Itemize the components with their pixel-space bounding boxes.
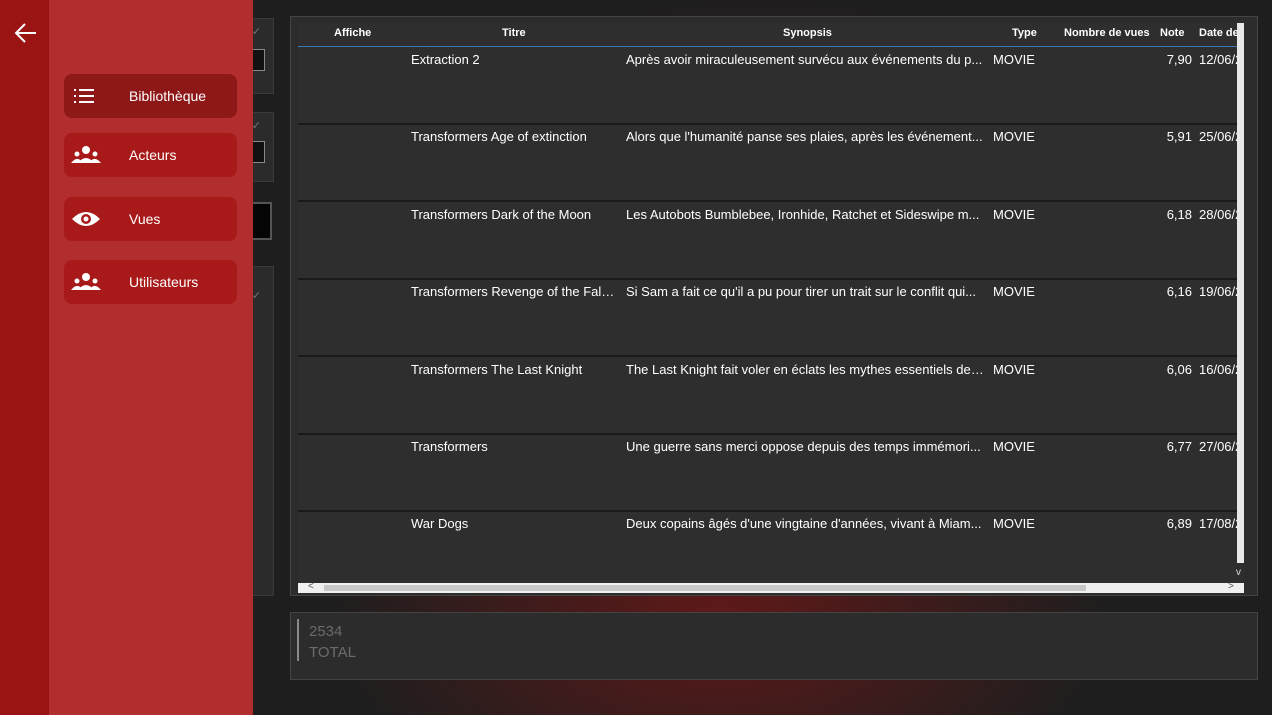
cell-note: 6,06 <box>1166 361 1192 377</box>
cell-titre: War Dogs <box>411 516 469 532</box>
cell-titre: Transformers The Last Knight <box>411 361 583 377</box>
nav-label-acteurs: Acteurs <box>129 147 177 163</box>
group-icon <box>71 273 101 290</box>
cell-type: MOVIE <box>993 206 1035 222</box>
chevron-down-icon: ✓ <box>251 290 261 302</box>
vertical-scrollbar[interactable]: ^ v <box>1236 23 1244 593</box>
table-row[interactable]: Transformers Age of extinction Alors que … <box>298 125 1244 203</box>
scroll-left-icon[interactable]: < <box>308 581 314 592</box>
total-accent-bar <box>297 619 299 661</box>
drawer-rail <box>0 0 49 715</box>
column-header-type[interactable]: Type <box>1012 27 1037 39</box>
cell-type: MOVIE <box>993 439 1035 454</box>
column-header-vues[interactable]: Nombre de vues <box>1064 27 1150 39</box>
cell-synopsis: Si Sam a fait ce qu'il a pu pour tirer u… <box>626 284 977 300</box>
table-row[interactable]: Transformers The Last Knight The Last Kni… <box>298 358 1244 435</box>
grid-header: Affiche Titre Synopsis Type Nombre de vu… <box>298 23 1244 47</box>
cell-note: 6,18 <box>1166 206 1192 222</box>
cell-note: 6,89 <box>1166 516 1192 532</box>
column-header-synopsis[interactable]: Synopsis <box>783 27 832 39</box>
cell-synopsis: Une guerre sans merci oppose depuis des … <box>626 439 981 454</box>
cell-synopsis: Alors que l'humanité panse ses plaies, a… <box>626 129 983 145</box>
vertical-scroll-thumb[interactable] <box>1237 23 1244 563</box>
library-grid: Affiche Titre Synopsis Type Nombre de vu… <box>298 23 1244 593</box>
cell-note: 6,16 <box>1166 284 1192 300</box>
filter-dropdown-2[interactable] <box>251 141 265 163</box>
column-header-note[interactable]: Note <box>1160 27 1184 39</box>
total-label: TOTAL <box>309 644 356 661</box>
scroll-right-icon[interactable]: > <box>1228 581 1234 592</box>
navigation-drawer: Bibliothèque Acteurs Vues Utilisateurs <box>0 0 253 715</box>
cell-type: MOVIE <box>993 129 1035 145</box>
nav-label-vues: Vues <box>129 211 161 227</box>
nav-label-utilisateurs: Utilisateurs <box>129 274 199 290</box>
table-row[interactable]: Transformers Revenge of the Fallen Si Sam… <box>298 280 1244 358</box>
back-button[interactable] <box>12 20 40 46</box>
cell-note: 7,90 <box>1166 52 1192 67</box>
filter-dropdown-1[interactable] <box>251 49 265 71</box>
total-panel: 2534 TOTAL <box>290 612 1258 680</box>
scroll-up-icon[interactable]: ^ <box>1236 27 1241 38</box>
cell-type: MOVIE <box>993 516 1035 532</box>
chevron-down-icon: ✓ <box>251 120 261 132</box>
cell-titre: Transformers <box>411 439 488 454</box>
cell-titre: Extraction 2 <box>411 52 480 67</box>
list-icon <box>74 89 94 103</box>
horizontal-scroll-thumb[interactable] <box>324 585 1086 591</box>
nav-label-bibliotheque: Bibliothèque <box>129 88 207 104</box>
column-header-titre[interactable]: Titre <box>502 27 526 39</box>
total-count: 2534 <box>309 623 343 640</box>
cell-note: 5,91 <box>1166 129 1192 145</box>
nav-item-vues[interactable]: Vues <box>64 197 237 241</box>
column-header-affiche[interactable]: Affiche <box>334 27 371 39</box>
cell-synopsis: Les Autobots Bumblebee, Ironhide, Ratche… <box>626 206 980 222</box>
table-row[interactable]: Extraction 2 Après avoir miraculeusement … <box>298 48 1244 125</box>
table-row[interactable]: Transformers Dark of the Moon Les Autobot… <box>298 203 1244 280</box>
cell-type: MOVIE <box>993 361 1035 377</box>
horizontal-scrollbar[interactable]: < > <box>298 581 1244 593</box>
arrow-left-icon <box>14 23 36 43</box>
cell-titre: Transformers Age of extinction <box>411 129 587 145</box>
scroll-down-icon[interactable]: v <box>1236 567 1241 578</box>
cell-titre: Transformers Revenge of the Fallen <box>411 284 616 300</box>
nav-item-acteurs[interactable]: Acteurs <box>64 133 237 177</box>
cell-synopsis: Après avoir miraculeusement survécu aux … <box>626 52 983 67</box>
chevron-down-icon: ✓ <box>251 26 261 38</box>
table-row[interactable]: War Dogs Deux copains âgés d'une vingtain… <box>298 512 1244 590</box>
library-grid-panel: Affiche Titre Synopsis Type Nombre de vu… <box>290 16 1258 596</box>
nav-item-utilisateurs[interactable]: Utilisateurs <box>64 260 237 304</box>
group-icon <box>71 146 101 163</box>
cell-note: 6,77 <box>1166 439 1192 454</box>
cell-synopsis: The Last Knight fait voler en éclats les… <box>626 361 984 377</box>
cell-synopsis: Deux copains âgés d'une vingtaine d'anné… <box>626 516 982 532</box>
cell-titre: Transformers Dark of the Moon <box>411 206 592 222</box>
eye-icon <box>72 212 100 226</box>
cell-type: MOVIE <box>993 52 1035 67</box>
cell-type: MOVIE <box>993 284 1035 300</box>
table-row[interactable]: Transformers Une guerre sans merci oppose… <box>298 435 1244 512</box>
nav-item-bibliotheque[interactable]: Bibliothèque <box>64 74 237 118</box>
